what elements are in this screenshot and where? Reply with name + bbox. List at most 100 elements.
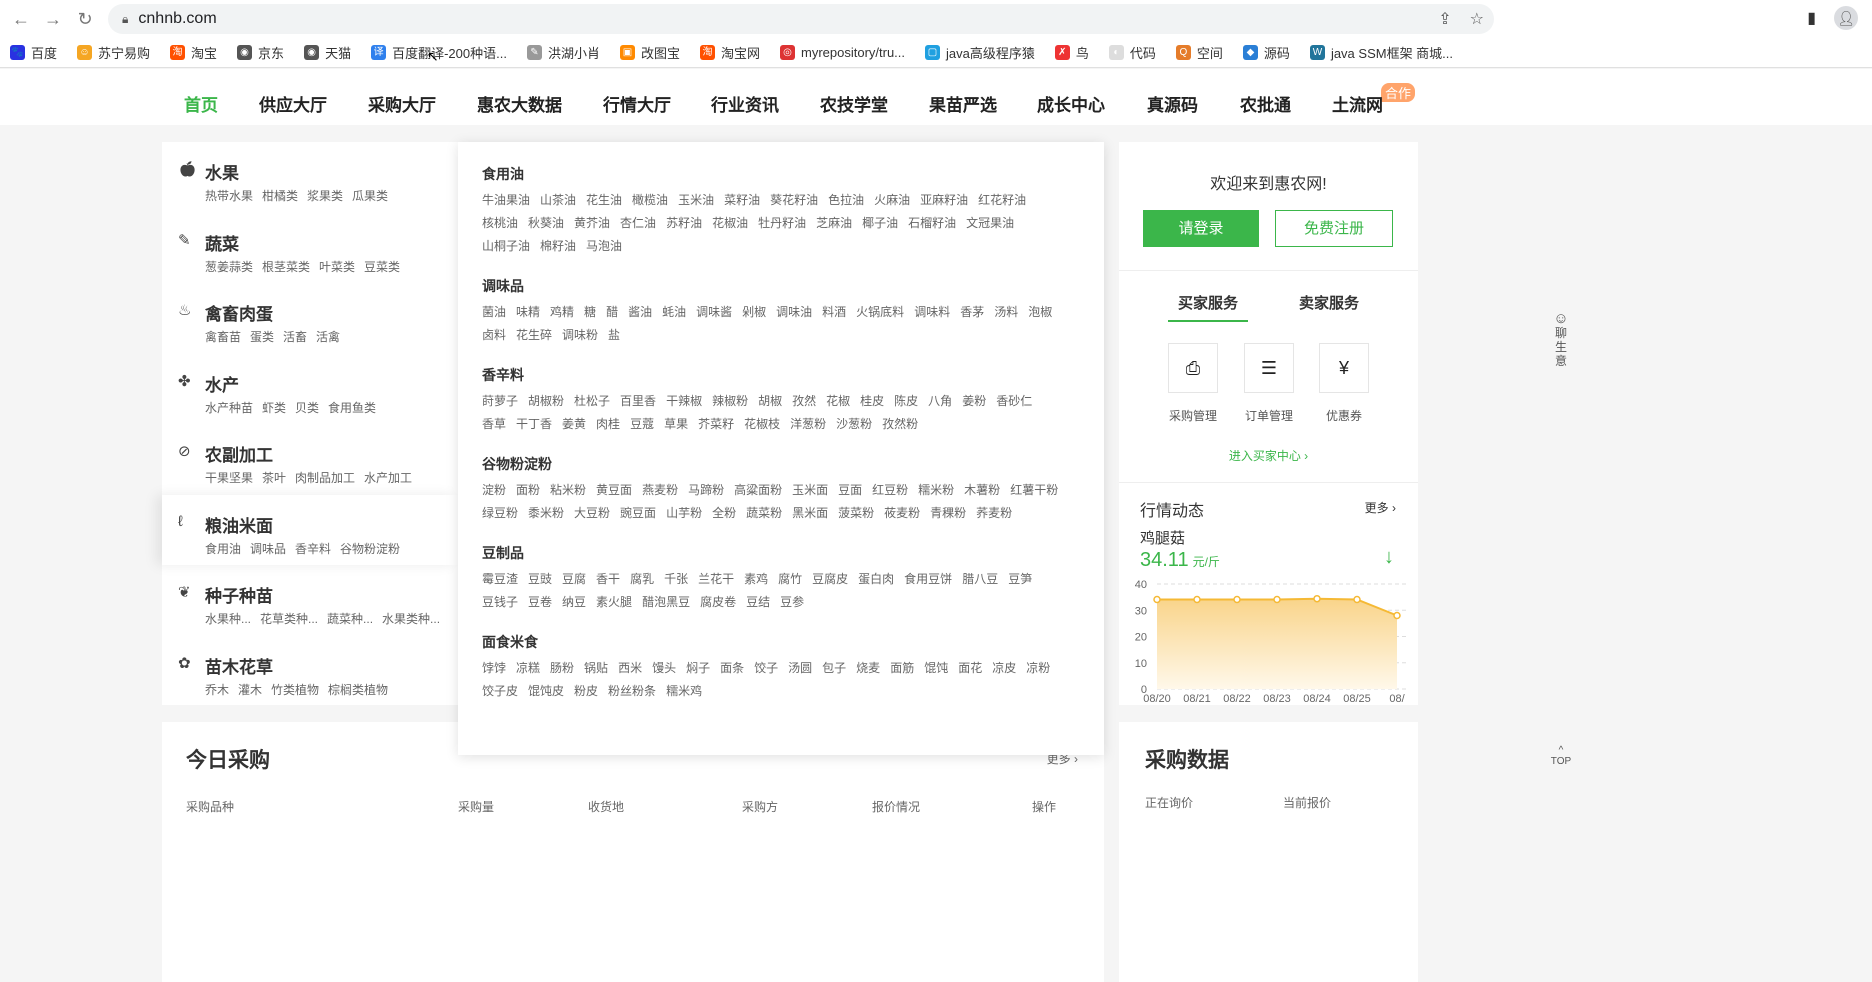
category-item[interactable]: ✎ 蔬菜 葱姜蒜类 根茎菜类 叶菜类 豆菜类 [162, 213, 458, 283]
subcategory-link[interactable]: 香辛料 [295, 542, 331, 556]
dropdown-item-link[interactable]: 调味酱 [696, 301, 732, 324]
category-title[interactable]: 苗木花草 [205, 653, 273, 678]
dropdown-item-link[interactable]: 面条 [720, 657, 744, 680]
dropdown-item-link[interactable]: 粉皮 [574, 680, 598, 703]
login-button[interactable]: 请登录 [1143, 210, 1259, 247]
dropdown-item-link[interactable]: 豆面 [838, 479, 862, 502]
dropdown-item-link[interactable]: 千张 [664, 568, 688, 591]
category-title[interactable]: 蔬菜 [205, 230, 239, 255]
group-title[interactable]: 面食米食 [482, 632, 1080, 652]
subcategory-link[interactable]: 蛋类 [250, 330, 274, 344]
service-order-management[interactable]: ☰ 订单管理 [1239, 343, 1299, 424]
dropdown-item-link[interactable]: 腐皮卷 [700, 591, 736, 614]
forward-button[interactable]: → [42, 9, 64, 30]
subcategory-link[interactable]: 食用鱼类 [328, 401, 376, 415]
subcategory-link[interactable]: 竹类植物 [271, 683, 319, 697]
dropdown-item-link[interactable]: 葵花籽油 [770, 189, 818, 212]
bookmark-item[interactable]: 淘淘宝 [170, 43, 217, 62]
dropdown-item-link[interactable]: 霉豆渣 [482, 568, 518, 591]
dropdown-item-link[interactable]: 芝麻油 [816, 212, 852, 235]
dropdown-item-link[interactable]: 西米 [618, 657, 642, 680]
dropdown-item-link[interactable]: 糯米粉 [918, 479, 954, 502]
subcategory-link[interactable]: 葱姜蒜类 [205, 260, 253, 274]
bookmark-item[interactable]: ◉ 天猫 [304, 43, 351, 62]
subcategory-link[interactable]: 热带水果 [205, 189, 253, 203]
dropdown-item-link[interactable]: 草果 [664, 413, 688, 436]
category-title[interactable]: 水产 [205, 371, 239, 396]
dropdown-item-link[interactable]: 酱油 [628, 301, 652, 324]
subcategory-link[interactable]: 禽畜苗 [205, 330, 241, 344]
dropdown-item-link[interactable]: 凉皮 [992, 657, 1016, 680]
dropdown-item-link[interactable]: 兰花干 [698, 568, 734, 591]
bookmark-item[interactable]: ◐ 代码 [1108, 43, 1156, 62]
service-purchase-management[interactable]: ⎙ 采购管理 [1163, 343, 1223, 424]
dropdown-item-link[interactable]: 豆腐 [562, 568, 586, 591]
subcategory-link[interactable]: 瓜果类 [352, 189, 388, 203]
dropdown-item-link[interactable]: 杜松子 [574, 390, 610, 413]
dropdown-item-link[interactable]: 菜籽油 [724, 189, 760, 212]
dropdown-item-link[interactable]: 胡椒粉 [528, 390, 564, 413]
dropdown-item-link[interactable]: 腊八豆 [962, 568, 998, 591]
dropdown-item-link[interactable]: 焖子 [686, 657, 710, 680]
share-icon[interactable]: ⇪ [1438, 9, 1451, 29]
dropdown-item-link[interactable]: 凉粉 [1026, 657, 1050, 680]
dropdown-item-link[interactable]: 干辣椒 [666, 390, 702, 413]
category-item[interactable]: ❦ 种子种苗 水果种... 花草类种... 蔬菜种... 水果类种... [162, 565, 458, 635]
dropdown-item-link[interactable]: 包子 [822, 657, 846, 680]
dropdown-item-link[interactable]: 黄豆面 [596, 479, 632, 502]
bookmark-item[interactable]: ▣ 改图宝 [619, 43, 680, 62]
dropdown-item-link[interactable]: 纳豆 [562, 591, 586, 614]
dropdown-item-link[interactable]: 香干 [596, 568, 620, 591]
dropdown-item-link[interactable]: 陈皮 [894, 390, 918, 413]
bookmark-item[interactable]: 译百度翻译-200种语... [371, 43, 507, 62]
dropdown-item-link[interactable]: 面粉 [516, 479, 540, 502]
subcategory-link[interactable]: 水果类种... [382, 612, 440, 626]
dropdown-item-link[interactable]: 汤料 [994, 301, 1018, 324]
bookmark-item[interactable]: ◉ 京东 [237, 43, 284, 62]
dropdown-item-link[interactable]: 剁椒 [742, 301, 766, 324]
subcategory-link[interactable]: 肉制品加工 [295, 471, 355, 485]
dropdown-item-link[interactable]: 馄饨 [924, 657, 948, 680]
star-icon[interactable]: ☆ [1470, 9, 1484, 29]
dropdown-item-link[interactable]: 辣椒粉 [712, 390, 748, 413]
dropdown-item-link[interactable]: 素火腿 [596, 591, 632, 614]
sidepanel-icon[interactable]: ▮ [1807, 8, 1816, 28]
dropdown-item-link[interactable]: 黄芥油 [574, 212, 610, 235]
dropdown-item-link[interactable]: 香草 [482, 413, 506, 436]
nav-item[interactable]: 采购大厅 [368, 91, 436, 116]
nav-item[interactable]: 供应大厅 [259, 91, 327, 116]
dropdown-item-link[interactable]: 调味料 [914, 301, 950, 324]
dropdown-item-link[interactable]: 盐 [608, 324, 620, 347]
dropdown-item-link[interactable]: 食用豆饼 [904, 568, 952, 591]
dropdown-item-link[interactable]: 蛋白肉 [858, 568, 894, 591]
dropdown-item-link[interactable]: 料酒 [822, 301, 846, 324]
dropdown-item-link[interactable]: 蔬菜粉 [746, 502, 782, 525]
dropdown-item-link[interactable]: 沙葱粉 [836, 413, 872, 436]
dropdown-item-link[interactable]: 调味油 [776, 301, 812, 324]
dropdown-item-link[interactable]: 腐乳 [630, 568, 654, 591]
dropdown-item-link[interactable]: 青稞粉 [930, 502, 966, 525]
dropdown-item-link[interactable]: 玉米面 [792, 479, 828, 502]
tab-seller-services[interactable]: 卖家服务 [1299, 292, 1359, 313]
dropdown-item-link[interactable]: 马蹄粉 [688, 479, 724, 502]
dropdown-item-link[interactable]: 莜麦粉 [884, 502, 920, 525]
dropdown-item-link[interactable]: 豆卷 [528, 591, 552, 614]
category-item[interactable]: 🍎︎ 水果 热带水果 柑橘类 浆果类 瓜果类 [162, 142, 458, 212]
dropdown-item-link[interactable]: 火锅底料 [856, 301, 904, 324]
dropdown-item-link[interactable]: 饺子皮 [482, 680, 518, 703]
dropdown-item-link[interactable]: 亚麻籽油 [920, 189, 968, 212]
dropdown-item-link[interactable]: 糖 [584, 301, 596, 324]
dropdown-item-link[interactable]: 醋 [606, 301, 618, 324]
dropdown-item-link[interactable]: 色拉油 [828, 189, 864, 212]
dropdown-item-link[interactable]: 马泡油 [586, 235, 622, 258]
subcategory-link[interactable]: 花草类种... [260, 612, 318, 626]
dropdown-item-link[interactable]: 馒头 [652, 657, 676, 680]
dropdown-item-link[interactable]: 山桐子油 [482, 235, 530, 258]
dropdown-item-link[interactable]: 卤料 [482, 324, 506, 347]
dropdown-item-link[interactable]: 黑米面 [792, 502, 828, 525]
subcategory-link[interactable]: 水产加工 [364, 471, 412, 485]
dropdown-item-link[interactable]: 文冠果油 [966, 212, 1014, 235]
category-title[interactable]: 农副加工 [205, 441, 273, 466]
dropdown-item-link[interactable]: 香茅 [960, 301, 984, 324]
dropdown-item-link[interactable]: 面花 [958, 657, 982, 680]
